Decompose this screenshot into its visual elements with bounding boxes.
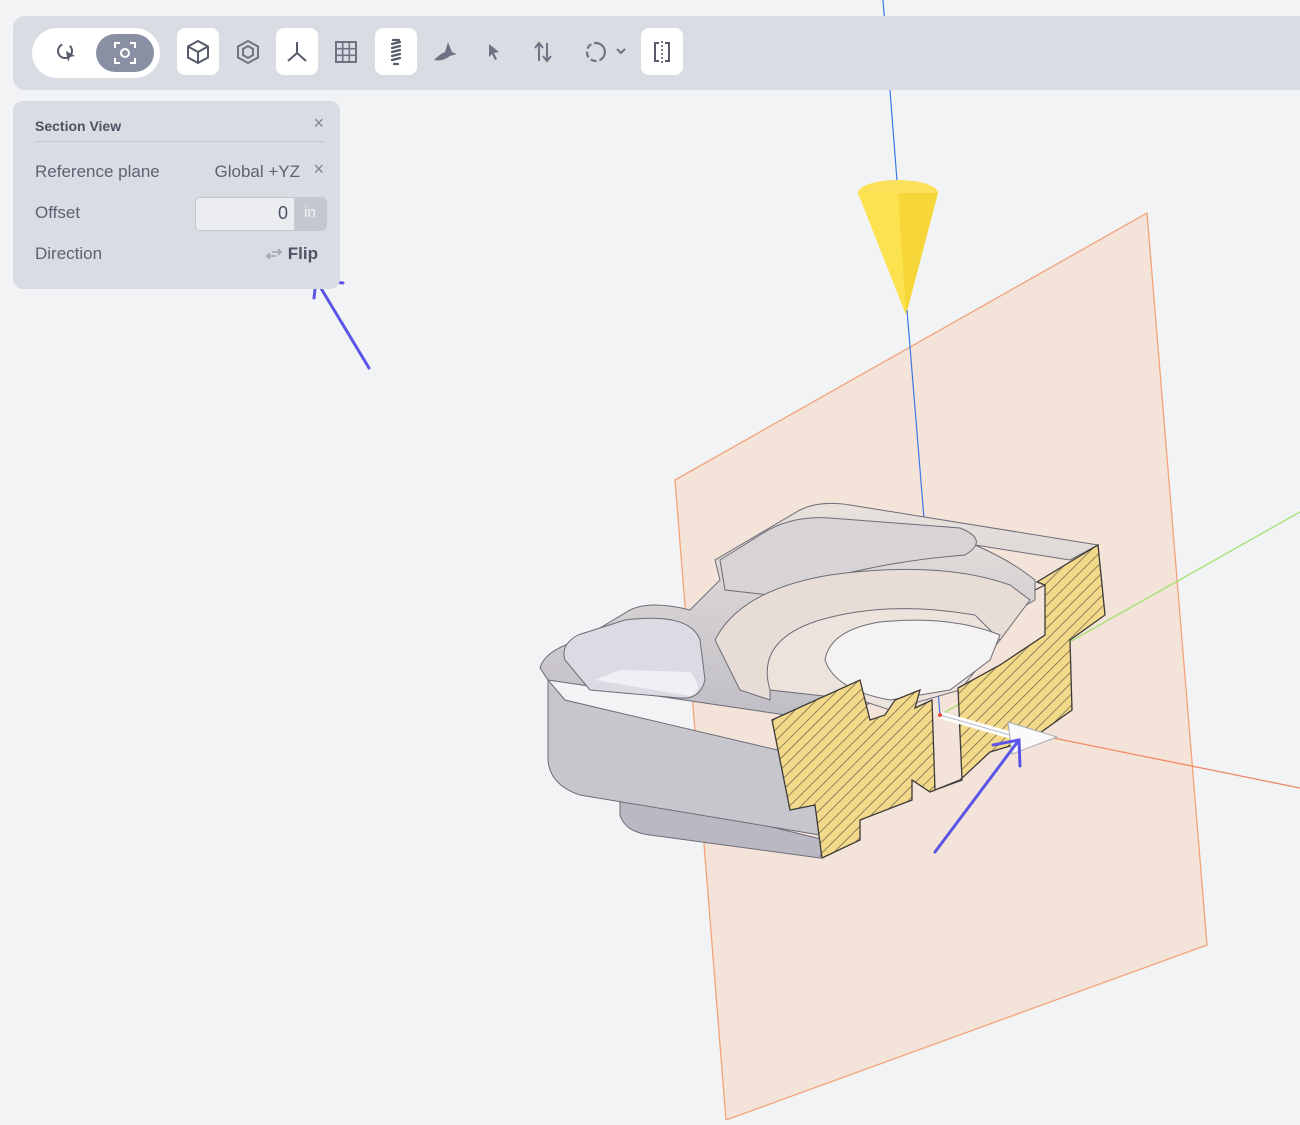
section-view-panel: Section View × Reference plane Global +Y… <box>13 101 340 289</box>
offset-value[interactable]: 0 <box>278 203 288 224</box>
reference-plane-value[interactable]: Global +YZ <box>214 162 300 182</box>
axes-toggle-button[interactable] <box>276 28 318 75</box>
offset-label: Offset <box>35 203 81 222</box>
swap-vertical-icon <box>534 40 552 63</box>
focus-target-icon <box>114 42 136 64</box>
selection-mode-toggle <box>32 28 160 78</box>
bird-icon <box>434 41 457 60</box>
cone-marker <box>858 180 938 315</box>
direction-label: Direction <box>35 244 103 263</box>
select-mode-button[interactable] <box>38 34 96 72</box>
threads-toggle-button[interactable] <box>375 28 417 75</box>
offset-input[interactable]: 0 in <box>195 197 327 231</box>
isometric-cube-icon <box>237 39 259 64</box>
orbit-menu-button[interactable] <box>579 28 631 75</box>
annotation-arrow-flip <box>312 278 371 370</box>
cube-icon <box>187 39 209 64</box>
select-cursor-icon <box>57 43 75 62</box>
pointer-tool-button[interactable] <box>473 28 515 75</box>
offset-unit: in <box>294 198 326 230</box>
close-icon[interactable]: × <box>313 113 324 134</box>
grid-toggle-button[interactable] <box>325 28 367 75</box>
panel-divider <box>35 141 324 142</box>
orbit-dropdown-icon <box>585 41 626 62</box>
reference-plane-label: Reference plane <box>35 162 160 181</box>
axes-icon <box>287 41 307 62</box>
swap-button[interactable] <box>522 28 564 75</box>
flip-arrows-icon <box>265 248 282 260</box>
focus-mode-button[interactable] <box>96 34 154 72</box>
flip-label: Flip <box>287 244 318 263</box>
animation-button[interactable] <box>424 28 466 75</box>
grid-icon <box>335 40 357 63</box>
thread-icon <box>390 38 402 65</box>
isometric-view-button[interactable] <box>227 28 269 75</box>
panel-title: Section View <box>35 118 122 134</box>
clear-reference-plane-icon[interactable]: × <box>313 159 324 180</box>
view-toolbar <box>13 16 1300 90</box>
pointer-icon <box>489 43 499 60</box>
section-view-button[interactable] <box>641 28 683 75</box>
view-cube-button[interactable] <box>177 28 219 75</box>
section-view-icon <box>654 40 670 63</box>
flip-button[interactable]: Flip <box>265 244 318 264</box>
